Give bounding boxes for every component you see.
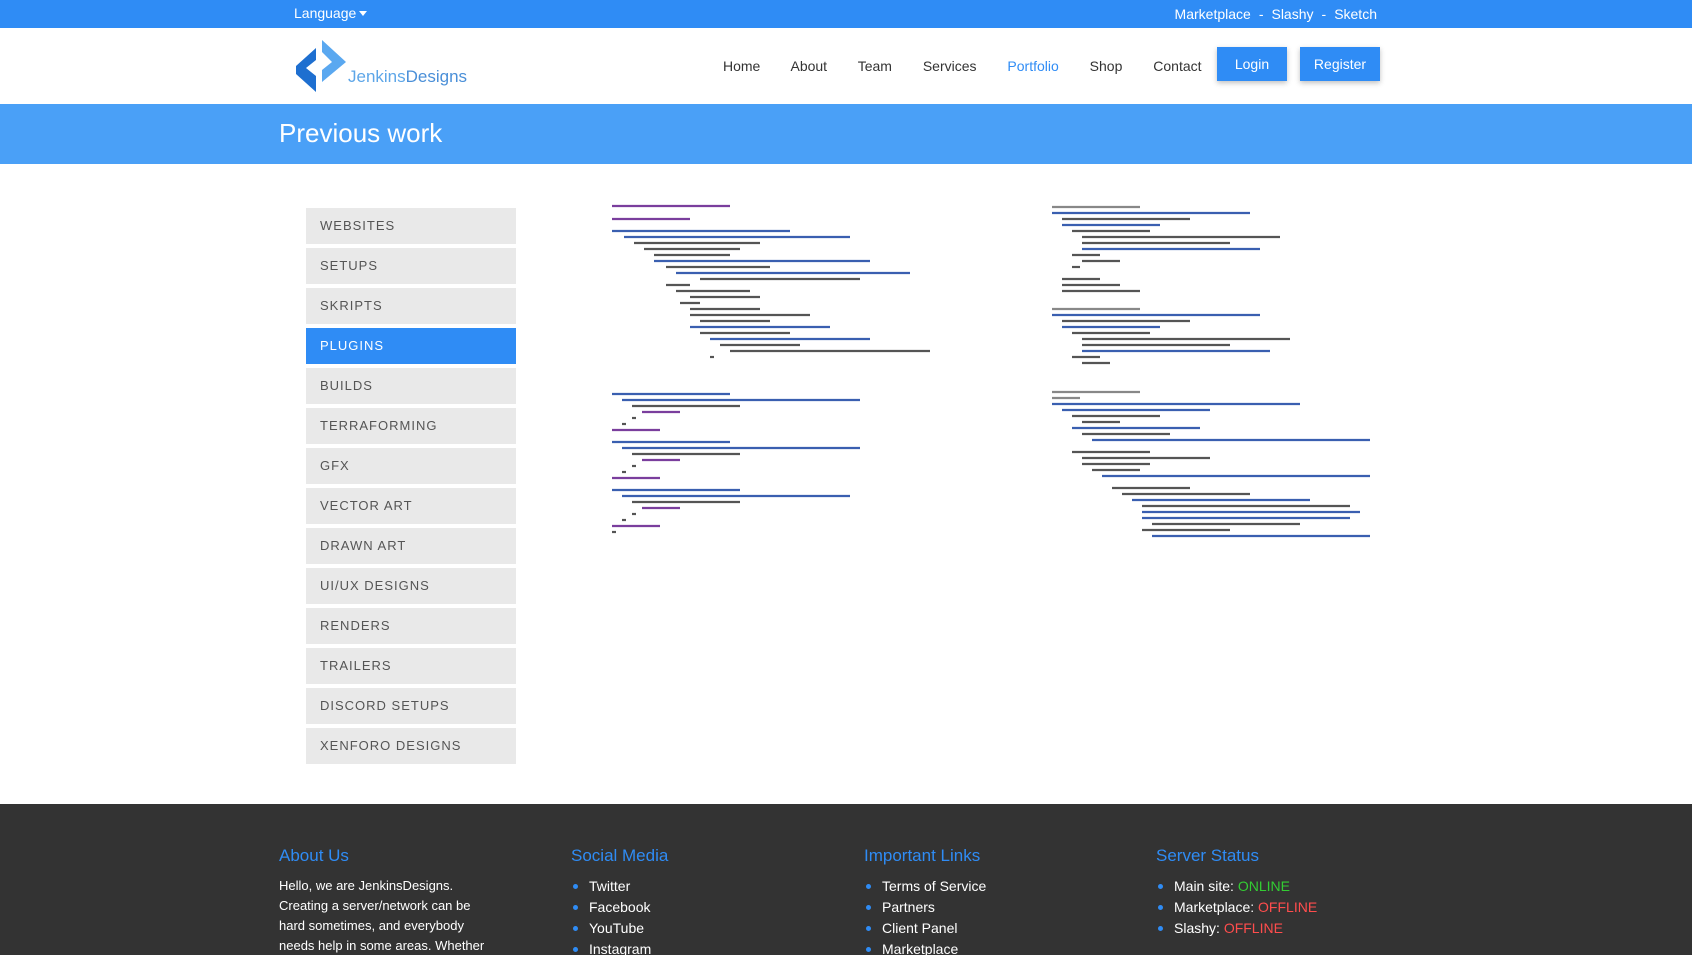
main-nav: Home About Team Services Portfolio Shop … bbox=[723, 58, 1229, 74]
top-link-sketch[interactable]: Sketch bbox=[1334, 6, 1377, 22]
facebook-link[interactable]: Facebook bbox=[589, 899, 650, 915]
list-item: YouTube bbox=[571, 918, 791, 939]
category-renders[interactable]: RENDERS bbox=[306, 608, 516, 644]
portfolio-item[interactable] bbox=[1050, 201, 1380, 376]
category-gfx[interactable]: GFX bbox=[306, 448, 516, 484]
page-title: Previous work bbox=[279, 118, 443, 148]
separator: - bbox=[1258, 6, 1264, 22]
site-logo[interactable]: JenkinsDesigns bbox=[294, 40, 494, 92]
status-label: Slashy: bbox=[1174, 920, 1220, 936]
footer-about-heading: About Us bbox=[279, 846, 349, 865]
status-item-main-site: Main site: ONLINE bbox=[1156, 876, 1376, 897]
code-screenshot-image bbox=[1052, 205, 1290, 365]
category-plugins[interactable]: PLUGINS bbox=[306, 328, 516, 364]
register-button[interactable]: Register bbox=[1300, 47, 1380, 81]
list-item: Instagram bbox=[571, 939, 791, 960]
status-badge: ONLINE bbox=[1237, 878, 1290, 894]
top-bar: Language Marketplace - Slashy - Sketch bbox=[0, 0, 1692, 28]
list-item: Facebook bbox=[571, 897, 791, 918]
footer-about-text: Hello, we are JenkinsDesigns. Creating a… bbox=[279, 878, 485, 953]
footer-status-heading: Server Status bbox=[1156, 846, 1259, 865]
page-banner: Previous work bbox=[0, 104, 1692, 164]
status-label: Marketplace: bbox=[1174, 899, 1255, 915]
category-vector-art[interactable]: VECTOR ART bbox=[306, 488, 516, 524]
separator: - bbox=[1321, 6, 1327, 22]
code-screenshot-image bbox=[1052, 390, 1370, 538]
footer-about: About Us Hello, we are JenkinsDesigns. C… bbox=[279, 846, 499, 956]
partners-link[interactable]: Partners bbox=[882, 899, 935, 915]
footer-links-heading: Important Links bbox=[864, 846, 981, 865]
category-ui-ux-designs[interactable]: UI/UX DESIGNS bbox=[306, 568, 516, 604]
code-screenshot-image bbox=[612, 204, 930, 359]
nav-about[interactable]: About bbox=[790, 58, 827, 74]
footer-social-heading: Social Media bbox=[571, 846, 669, 865]
nav-shop[interactable]: Shop bbox=[1090, 58, 1123, 74]
category-builds[interactable]: BUILDS bbox=[306, 368, 516, 404]
status-label: Main site: bbox=[1174, 878, 1234, 894]
category-discord-setups[interactable]: DISCORD SETUPS bbox=[306, 688, 516, 724]
portfolio-item[interactable] bbox=[610, 386, 940, 561]
category-list: WEBSITES SETUPS SKRIPTS PLUGINS BUILDS T… bbox=[306, 208, 516, 768]
nav-portfolio[interactable]: Portfolio bbox=[1007, 58, 1058, 74]
portfolio-item[interactable] bbox=[1050, 386, 1380, 561]
category-xenforo-designs[interactable]: XENFORO DESIGNS bbox=[306, 728, 516, 764]
category-drawn-art[interactable]: DRAWN ART bbox=[306, 528, 516, 564]
status-badge: OFFLINE bbox=[1223, 920, 1283, 936]
language-label: Language bbox=[294, 5, 357, 21]
twitter-link[interactable]: Twitter bbox=[589, 878, 630, 894]
nav-team[interactable]: Team bbox=[858, 58, 892, 74]
list-item: Client Panel bbox=[864, 918, 1084, 939]
terms-link[interactable]: Terms of Service bbox=[882, 878, 986, 894]
status-item-marketplace: Marketplace: OFFLINE bbox=[1156, 897, 1376, 918]
list-item: Twitter bbox=[571, 876, 791, 897]
logo-mark-icon bbox=[296, 40, 346, 92]
top-link-slashy[interactable]: Slashy bbox=[1271, 6, 1313, 22]
category-trailers[interactable]: TRAILERS bbox=[306, 648, 516, 684]
nav-home[interactable]: Home bbox=[723, 58, 760, 74]
portfolio-item[interactable] bbox=[610, 201, 940, 376]
category-skripts[interactable]: SKRIPTS bbox=[306, 288, 516, 324]
footer-status: Server Status Main site: ONLINE Marketpl… bbox=[1156, 846, 1376, 939]
site-footer: About Us Hello, we are JenkinsDesigns. C… bbox=[0, 804, 1692, 957]
logo-text: JenkinsDesigns bbox=[348, 67, 468, 86]
footer-links: Important Links Terms of Service Partner… bbox=[864, 846, 1084, 960]
code-screenshot-image bbox=[612, 392, 860, 534]
category-websites[interactable]: WEBSITES bbox=[306, 208, 516, 244]
footer-social: Social Media Twitter Facebook YouTube In… bbox=[571, 846, 791, 960]
list-item: Marketplace bbox=[864, 939, 1084, 960]
client-panel-link[interactable]: Client Panel bbox=[882, 920, 958, 936]
list-item: Partners bbox=[864, 897, 1084, 918]
category-setups[interactable]: SETUPS bbox=[306, 248, 516, 284]
top-links: Marketplace - Slashy - Sketch bbox=[1175, 6, 1377, 22]
youtube-link[interactable]: YouTube bbox=[589, 920, 644, 936]
category-terraforming[interactable]: TERRAFORMING bbox=[306, 408, 516, 444]
status-item-slashy: Slashy: OFFLINE bbox=[1156, 918, 1376, 939]
site-header: JenkinsDesigns Home About Team Services … bbox=[0, 28, 1692, 104]
nav-services[interactable]: Services bbox=[923, 58, 977, 74]
language-dropdown[interactable]: Language bbox=[294, 5, 368, 21]
list-item: Terms of Service bbox=[864, 876, 1084, 897]
top-link-marketplace[interactable]: Marketplace bbox=[1175, 6, 1251, 22]
caret-down-icon bbox=[359, 11, 368, 16]
status-badge: OFFLINE bbox=[1258, 899, 1318, 915]
nav-contact[interactable]: Contact bbox=[1153, 58, 1201, 74]
login-button[interactable]: Login bbox=[1217, 47, 1287, 81]
